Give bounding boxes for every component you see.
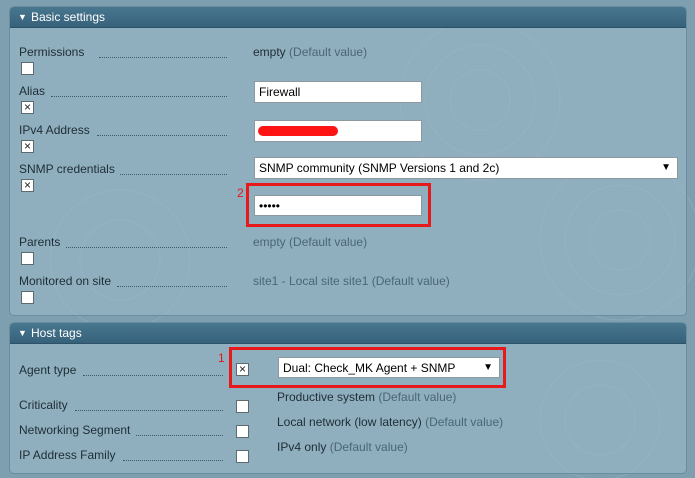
annotation-number-2: 2 [237,186,244,200]
monitored-on-site-label: Monitored on site [19,274,112,288]
annotation-number-1: 1 [218,351,225,365]
x-mark: × [23,178,31,192]
host-tags-panel: ▼ Host tags Agent type 1 × Dual: Check_M… [9,322,687,474]
x-mark: × [23,100,31,114]
x-mark: × [23,139,31,153]
host-tags-header[interactable]: ▼ Host tags [10,323,686,344]
label-leader [97,135,227,136]
triangle-down-icon: ▼ [18,328,27,338]
snmp-credentials-checkbox[interactable]: × [21,179,34,192]
criticality-checkbox[interactable] [236,400,249,413]
monitored-on-site-checkbox[interactable] [21,291,34,304]
permissions-label: Permissions [19,45,85,59]
ip-address-family-checkbox[interactable] [236,450,249,463]
basic-settings-title: Basic settings [31,10,106,24]
label-leader [123,460,223,461]
triangle-down-icon: ▼ [18,12,27,22]
basic-settings-header[interactable]: ▼ Basic settings [10,7,686,28]
alias-label: Alias [19,84,46,98]
ip-address-family-label: IP Address Family [19,448,116,462]
basic-settings-panel: ▼ Basic settings Permissions empty (Defa… [9,6,687,316]
parents-checkbox[interactable] [21,252,34,265]
networking-segment-label: Networking Segment [19,423,131,437]
agent-type-selected: Dual: Check_MK Agent + SNMP [283,361,456,375]
agent-type-select[interactable]: Dual: Check_MK Agent + SNMP ▼ [278,357,500,378]
ipv4-address-label: IPv4 Address [19,123,90,137]
redaction-mark [258,126,338,136]
x-mark: × [238,362,246,376]
label-leader [117,286,227,287]
label-leader [83,375,223,376]
snmp-community-password-input[interactable] [254,195,422,216]
snmp-credentials-selected: SNMP community (SNMP Versions 1 and 2c) [259,161,500,175]
caret-down-icon: ▼ [661,162,671,173]
snmp-credentials-label: SNMP credentials [19,162,115,176]
label-leader [99,57,227,58]
label-leader [75,410,223,411]
agent-type-checkbox[interactable]: × [236,363,249,376]
networking-segment-checkbox[interactable] [236,425,249,438]
host-tags-title: Host tags [31,326,82,340]
label-leader [136,435,223,436]
networking-segment-value: Local network (low latency) (Default val… [277,415,504,429]
label-leader [66,247,227,248]
label-leader [51,96,227,97]
criticality-label: Criticality [19,398,68,412]
permissions-checkbox[interactable] [21,62,34,75]
ip-address-family-value: IPv4 only (Default value) [277,440,408,454]
ipv4-address-input[interactable] [254,120,422,142]
ipv4-address-checkbox[interactable]: × [21,140,34,153]
snmp-credentials-select[interactable]: SNMP community (SNMP Versions 1 and 2c) … [254,157,678,179]
label-leader [120,174,227,175]
caret-down-icon: ▼ [483,362,493,373]
parents-value: empty (Default value) [253,235,368,249]
monitored-on-site-value: site1 - Local site site1 (Default value) [253,274,450,288]
alias-input[interactable] [254,81,422,103]
criticality-value: Productive system (Default value) [277,390,457,404]
agent-type-label: Agent type [19,363,77,377]
permissions-value: empty (Default value) [253,45,368,59]
alias-checkbox[interactable]: × [21,101,34,114]
parents-label: Parents [19,235,61,249]
